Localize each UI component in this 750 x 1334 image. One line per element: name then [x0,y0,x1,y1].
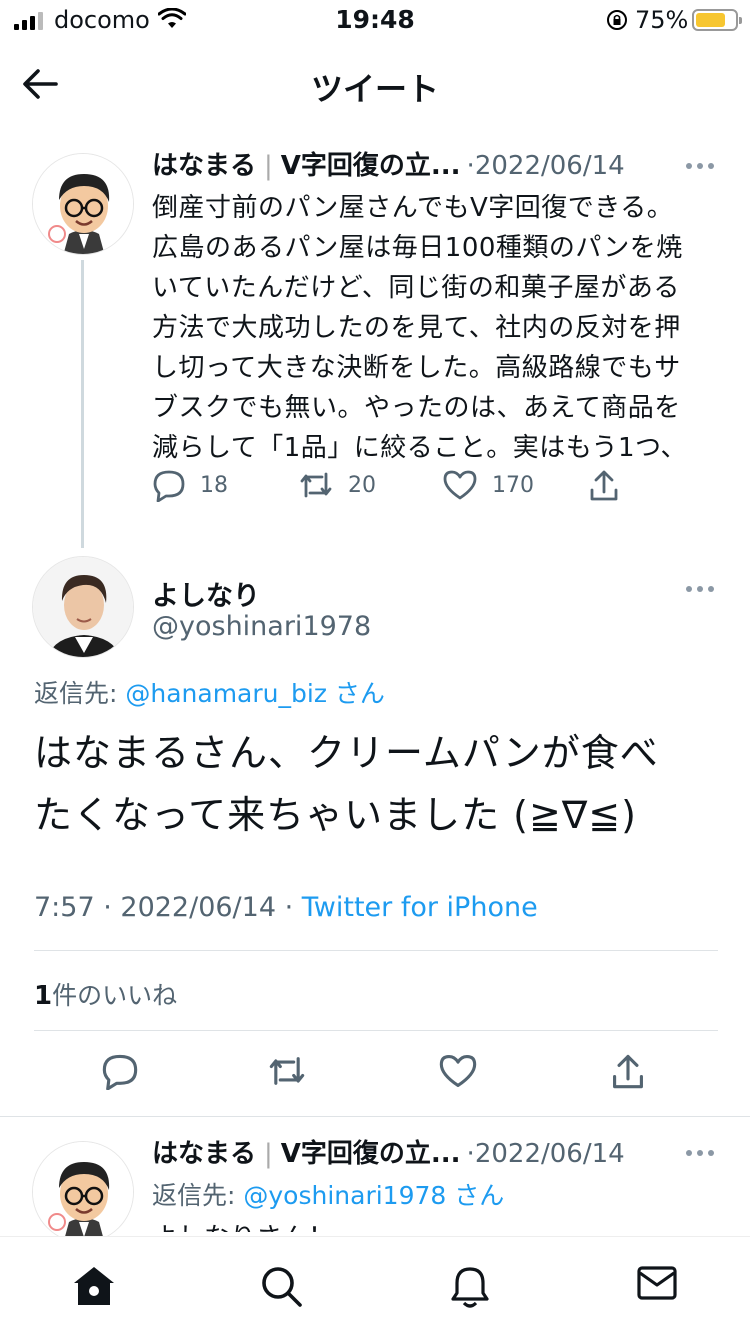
reply-to-line: 返信先: @hanamaru_biz さん [34,674,385,710]
tweet-source-link[interactable]: Twitter for iPhone [302,892,538,923]
share-icon [590,470,618,501]
reply-to-link[interactable]: @hanamaru_biz [125,679,327,708]
like-button[interactable]: 170 [442,468,534,502]
main-tweet-actions [0,1052,750,1102]
page-title: ツイート [310,70,439,108]
messages-icon[interactable] [636,1265,678,1301]
heart-icon[interactable] [438,1052,478,1090]
more-options-icon[interactable] [686,586,716,596]
top-bar: ツイート [0,50,750,120]
author-name-suffix[interactable]: V字回復の立... [281,150,461,182]
tweet-text-line: たくなって来ちゃいました (≧∇≦) [34,793,637,837]
tweet-body-line: 広島のあるパン屋は毎日100種類のパンを焼 [152,233,683,263]
avatar-photo [33,557,133,657]
reply-to-label: 返信先: [152,1181,244,1210]
meta-dot: · [276,892,302,923]
tweet-date: ·2022/06/14 [466,1139,625,1169]
likes-summary[interactable]: 1件のいいね [34,976,177,1012]
tweet-body-line: し切って大きな決断をした。高級路線でもサ [152,353,681,383]
tweet-body-line: ブスクでも無い。やったのは、あえて商品を [152,393,681,423]
meta-dot: · [94,892,121,923]
reply-icon [153,470,185,502]
avatar-illustration [33,1142,133,1242]
search-icon[interactable] [260,1265,304,1307]
reply-to-suffix: さん [446,1181,505,1210]
thread-line [81,260,84,548]
like-count: 170 [492,472,534,498]
tweet-body-line: 減らして「1品」に絞ること。実はもう1つ、 [152,433,687,463]
author-name[interactable]: よしなり [152,574,260,613]
retweet-button[interactable]: 20 [298,468,376,502]
more-options-icon[interactable] [686,163,716,173]
name-separator: | [264,151,273,181]
likes-count: 1 [34,981,53,1011]
avatar-yoshinari[interactable] [32,556,134,658]
reply-to-link[interactable]: @yoshinari1978 [243,1181,446,1210]
divider [34,1030,718,1031]
author-name-suffix[interactable]: V字回復の立... [281,1138,461,1170]
reply-count: 18 [200,472,228,498]
battery-icon [692,9,742,31]
reply-to-line: 返信先: @yoshinari1978 さん [152,1176,722,1212]
retweet-icon[interactable] [266,1052,308,1090]
tweet-reply[interactable]: はなまる | V字回復の立... ·2022/06/14 返信先: @yoshi… [152,1138,722,1232]
tweet-parent[interactable]: はなまる | V字回復の立... ·2022/06/14 倒産寸前のパン屋さんで… [152,150,722,468]
avatar-hanamaru[interactable] [32,1141,134,1243]
reply-to-label: 返信先: [34,679,126,708]
tweet-body: 倒産寸前のパン屋さんでもV字回復できる。 広島のあるパン屋は毎日100種類のパン… [152,188,716,468]
tweet-body-line: 倒産寸前のパン屋さんでもV字回復できる。 [152,193,674,223]
tweet-body-line: 方法で大成功したのを見て、社内の反対を押 [152,313,681,343]
author-name[interactable]: はなまる [152,1138,256,1170]
rotation-lock-icon [607,10,627,30]
notifications-icon[interactable] [450,1265,490,1309]
retweet-count: 20 [348,472,376,498]
retweet-icon [300,472,332,498]
reply-icon[interactable] [101,1052,139,1090]
tweet-header: はなまる | V字回復の立... ·2022/06/14 [152,150,722,182]
author-name[interactable]: はなまる [152,150,256,182]
tweet-text: はなまるさん、クリームパンが食べ たくなって来ちゃいました (≧∇≦) [34,722,724,846]
bottom-tab-bar [0,1236,750,1334]
avatar-hanamaru[interactable] [32,153,134,255]
likes-label: 件のいいね [52,981,178,1010]
tweet-text-line: はなまるさん、クリームパンが食べ [34,731,659,775]
tweet-date: ·2022/06/14 [466,151,625,181]
author-handle[interactable]: @yoshinari1978 [152,611,371,642]
heart-icon [443,470,477,500]
share-button[interactable] [588,468,620,502]
tweet-date: 2022/06/14 [120,892,277,923]
status-bar: docomo 19:48 75% [0,0,750,42]
tweet-actions: 18 20 170 [152,468,672,508]
avatar-illustration [33,154,133,254]
tweet-meta: 7:57 · 2022/06/14 · Twitter for iPhone [34,892,538,923]
reply-button[interactable]: 18 [152,468,228,502]
more-options-icon[interactable] [686,1150,716,1160]
name-separator: | [264,1139,273,1169]
reply-to-suffix: さん [326,679,385,708]
divider [34,950,718,951]
tweet-time: 7:57 [34,892,95,923]
tweet-body-truncated: よしなりさん！ [152,1218,722,1232]
share-icon[interactable] [610,1052,646,1090]
tweet-header: はなまる | V字回復の立... ·2022/06/14 [152,1138,722,1170]
tweet-body-line: いていたんだけど、同じ街の和菓子屋がある [152,273,680,303]
divider [0,1116,750,1117]
home-icon[interactable] [72,1265,116,1307]
battery-percent: 75% [635,6,689,34]
